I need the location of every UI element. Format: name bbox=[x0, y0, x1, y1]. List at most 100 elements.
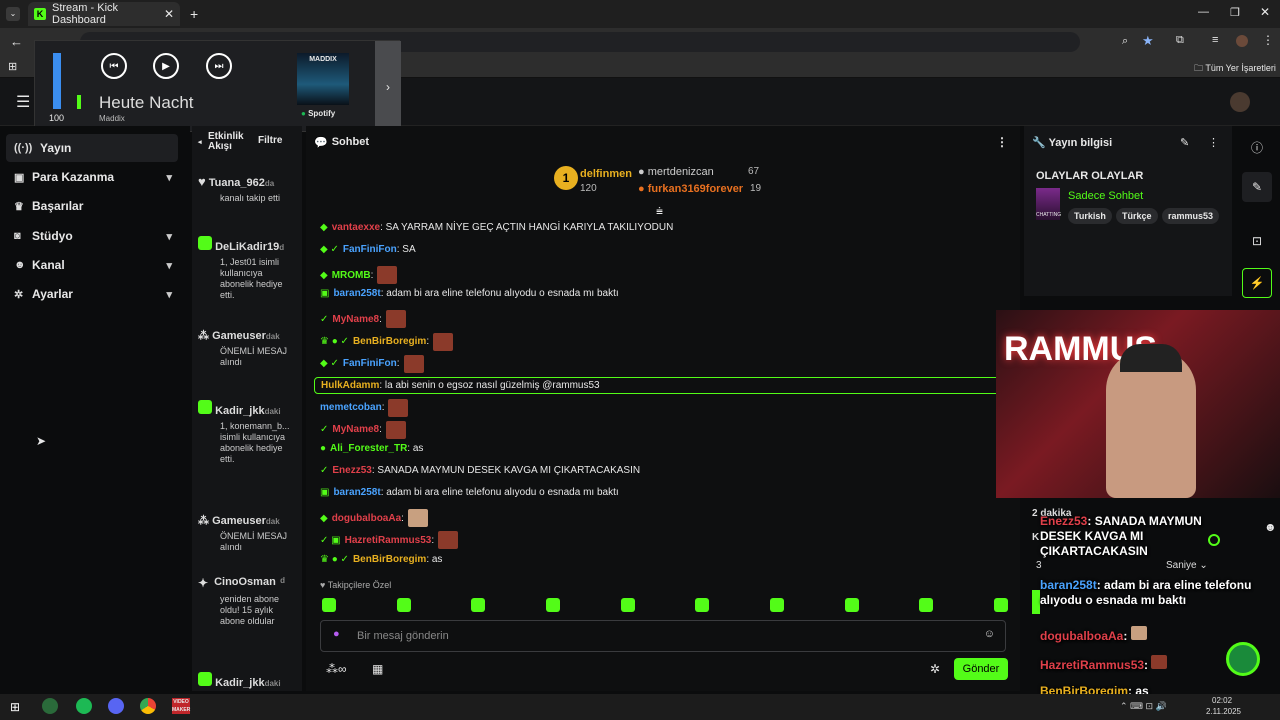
discord-icon[interactable] bbox=[108, 698, 124, 714]
sidebar-item-basarilar[interactable]: ♛ Başarılar bbox=[6, 192, 178, 220]
emote-icon[interactable] bbox=[471, 598, 486, 612]
tag-pill[interactable]: rammus53 bbox=[1162, 208, 1220, 224]
windows-start-icon[interactable]: ⊞ bbox=[10, 700, 20, 714]
emote-icon[interactable] bbox=[993, 598, 1008, 612]
chat-username[interactable]: dogubalboaAa bbox=[332, 513, 401, 524]
top-gifter-name[interactable]: delfinmen bbox=[580, 168, 632, 180]
expand-icon[interactable]: ⩧ bbox=[656, 204, 663, 219]
tag-pill[interactable]: Türkçe bbox=[1116, 208, 1158, 224]
chat-username[interactable]: baran258t bbox=[333, 487, 380, 498]
chat-username[interactable]: MyName8 bbox=[332, 424, 379, 435]
activity-user[interactable]: Tuana_962 bbox=[209, 177, 265, 189]
emote-icon[interactable] bbox=[769, 598, 784, 612]
chat-username[interactable]: MyName8 bbox=[332, 314, 379, 325]
bookmark-star-icon[interactable]: ★ bbox=[1142, 33, 1154, 49]
chat-username[interactable]: BenBirBoregim bbox=[353, 336, 426, 347]
store-icon[interactable]: ▦ bbox=[372, 662, 383, 676]
extensions-icon[interactable]: ⧉ bbox=[1176, 34, 1184, 47]
emote-icon bbox=[433, 332, 454, 351]
hamburger-menu-icon[interactable]: ☰ bbox=[16, 92, 30, 112]
chat-username[interactable]: HazretiRammus53 bbox=[345, 535, 432, 546]
chat-text: : bbox=[396, 358, 400, 370]
capture-icon[interactable]: ⊡ bbox=[1242, 226, 1272, 256]
chat-username[interactable]: Enezz53 bbox=[332, 465, 371, 476]
sidebar-item-para-kazanma[interactable]: ▣ Para Kazanma ▾ bbox=[6, 163, 178, 191]
back-icon[interactable]: ← bbox=[10, 34, 23, 49]
chat-menu-icon[interactable]: ⋮ bbox=[996, 135, 1008, 149]
caret-left-icon[interactable]: ◂ bbox=[198, 138, 202, 148]
close-window-icon[interactable]: ✕ bbox=[1260, 5, 1270, 19]
microphone-icon[interactable]: ● bbox=[333, 628, 340, 640]
apps-grid-icon[interactable]: ⊞ bbox=[8, 60, 17, 73]
collapse-media-button[interactable]: › bbox=[375, 41, 401, 133]
filter-button[interactable]: Filtre bbox=[258, 136, 282, 146]
bookmarks-folder[interactable]: 🗀 Tüm Yer İşaretleri bbox=[1194, 61, 1276, 77]
chat-username[interactable]: HulkAdamm bbox=[321, 380, 379, 391]
chat-username[interactable]: baran258t bbox=[333, 288, 380, 299]
activity-user[interactable]: Kadir_jkk bbox=[215, 677, 265, 689]
chat-username[interactable]: vantaexxe bbox=[332, 222, 380, 233]
chat-username[interactable]: memetcoban bbox=[320, 402, 382, 413]
overlay-behind-text: K bbox=[1032, 532, 1040, 543]
minimize-icon[interactable]: — bbox=[1198, 6, 1209, 18]
infinity-icon[interactable]: ⁂∞ bbox=[326, 662, 347, 676]
seconds-select[interactable]: Saniye ⌄ bbox=[1166, 560, 1208, 571]
activity-user[interactable]: DeLiKadir19 bbox=[215, 241, 279, 253]
chat-username[interactable]: Ali_Forester_TR bbox=[330, 443, 407, 454]
play-button[interactable]: ▶ bbox=[153, 53, 179, 79]
volume-bar[interactable] bbox=[53, 53, 61, 109]
chat-input[interactable]: ● Bir mesaj gönderin ☺ bbox=[320, 620, 1006, 652]
chat-username[interactable]: MROMB bbox=[332, 270, 371, 281]
chat-text: : bbox=[431, 534, 435, 546]
emote-icon[interactable] bbox=[545, 598, 560, 612]
top-gifter-2[interactable]: ● mertdenizcan bbox=[638, 166, 714, 178]
chat-username[interactable]: FanFiniFon bbox=[343, 244, 397, 255]
gift-icon bbox=[198, 672, 212, 686]
send-button[interactable]: Gönder bbox=[954, 658, 1008, 680]
sidebar-item-studyo[interactable]: ◙ Stüdyo ▾ bbox=[6, 222, 178, 250]
emote-icon[interactable] bbox=[695, 598, 710, 612]
close-tab-icon[interactable]: ✕ bbox=[164, 7, 174, 21]
zoom-icon[interactable]: ⌕ bbox=[1122, 35, 1128, 48]
emote-icon[interactable] bbox=[844, 598, 859, 612]
stream-category[interactable]: Sadece Sohbet bbox=[1068, 190, 1143, 202]
chat-username[interactable]: BenBirBoregim bbox=[353, 554, 426, 565]
emote-icon[interactable] bbox=[919, 598, 934, 612]
emoji-icon[interactable]: ☺ bbox=[984, 628, 995, 640]
chrome-icon[interactable] bbox=[140, 698, 156, 714]
spotify-taskbar-icon[interactable] bbox=[76, 698, 92, 714]
browser-menu-icon[interactable]: ⋮ bbox=[1262, 33, 1274, 47]
system-tray-icons[interactable]: ⌃ ⌨ ⊡ 🔊 bbox=[1120, 701, 1167, 712]
tag-pill[interactable]: Turkish bbox=[1068, 208, 1112, 224]
sidebar-item-ayarlar[interactable]: ✲ Ayarlar ▾ bbox=[6, 280, 178, 308]
previous-track-button[interactable]: ⏮ bbox=[101, 53, 127, 79]
info-menu-icon[interactable]: ⋮ bbox=[1208, 136, 1219, 149]
activity-user[interactable]: Kadir_jkk bbox=[215, 405, 265, 417]
top-gifter-3[interactable]: ● furkan3169forever bbox=[638, 183, 743, 195]
album-cover: MADDIX bbox=[297, 53, 349, 105]
edit-pencil-icon[interactable]: ✎ bbox=[1180, 136, 1189, 149]
app-icon[interactable] bbox=[42, 698, 58, 714]
chat-settings-icon[interactable]: ✲ bbox=[930, 662, 940, 676]
profile-avatar[interactable] bbox=[1236, 35, 1248, 47]
tab-list-icon[interactable]: ⌄ bbox=[6, 7, 20, 21]
activity-user[interactable]: Gameuser bbox=[212, 330, 266, 342]
media-control-icon[interactable]: ≡ bbox=[1212, 34, 1218, 46]
browser-tab[interactable]: K Stream - Kick Dashboard ✕ bbox=[28, 2, 180, 26]
activity-user[interactable]: Gameuser bbox=[212, 515, 266, 527]
emote-icon[interactable] bbox=[620, 598, 635, 612]
new-tab-icon[interactable]: + bbox=[190, 6, 198, 22]
info-icon[interactable]: ⓘ bbox=[1242, 132, 1272, 162]
chat-username[interactable]: FanFiniFon bbox=[343, 358, 397, 369]
emote-icon[interactable] bbox=[322, 598, 336, 612]
activity-user[interactable]: CinoOsman bbox=[214, 576, 276, 590]
sidebar-item-yayin[interactable]: ((·)) Yayın bbox=[6, 134, 178, 162]
maximize-icon[interactable]: ❐ bbox=[1230, 6, 1240, 19]
user-avatar[interactable] bbox=[1230, 92, 1250, 112]
sidebar-item-kanal[interactable]: ☻ Kanal ▾ bbox=[6, 251, 178, 279]
edit-icon[interactable]: ✎ bbox=[1242, 172, 1272, 202]
next-track-button[interactable]: ⏭ bbox=[206, 53, 232, 79]
video-maker-icon[interactable]: VIDEO MAKER bbox=[172, 698, 190, 714]
emote-icon[interactable] bbox=[396, 598, 411, 612]
lightning-icon[interactable]: ⚡ bbox=[1242, 268, 1272, 298]
